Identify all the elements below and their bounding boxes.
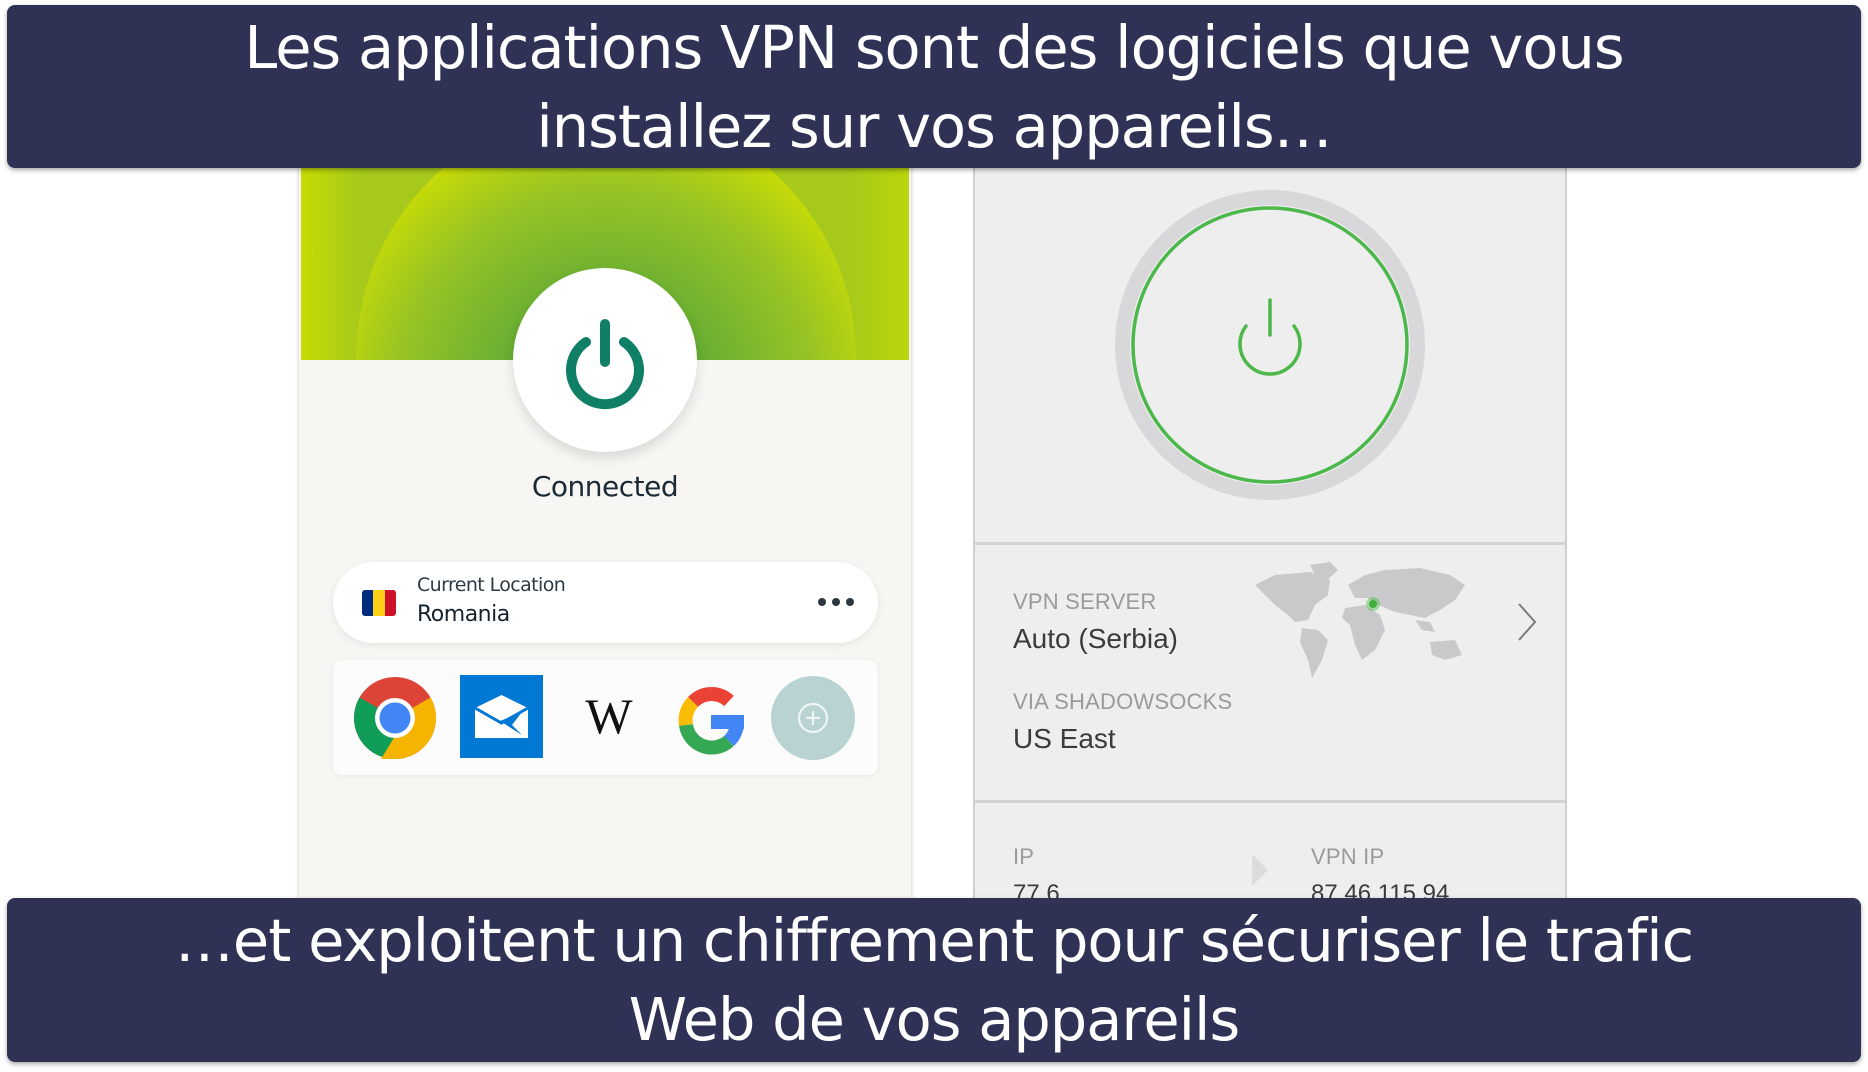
mail-icon[interactable] <box>460 675 543 758</box>
bottom-caption-line-1: …et exploitent un chiffrement pour sécur… <box>174 906 1694 975</box>
expressvpn-app-window: Connected Current Location Romania W <box>299 168 911 908</box>
top-caption-banner: Les applications VPN sont des logiciels … <box>7 5 1861 168</box>
section-divider <box>975 542 1565 545</box>
section-divider <box>975 800 1565 803</box>
location-value: Romania <box>417 602 510 627</box>
bottom-caption-banner: …et exploitent un chiffrement pour sécur… <box>7 898 1861 1062</box>
google-icon[interactable] <box>671 680 751 760</box>
more-options-button[interactable] <box>818 590 854 614</box>
app-shortcuts-bar: W <box>333 660 878 775</box>
romania-flag-icon <box>362 590 396 616</box>
chrome-icon[interactable] <box>353 676 437 760</box>
wikipedia-icon[interactable]: W <box>569 686 649 746</box>
vpn-server-value: Auto (Serbia) <box>1013 623 1178 654</box>
top-caption-line-1: Les applications VPN sont des logiciels … <box>244 12 1624 82</box>
add-icon <box>797 702 829 734</box>
ip-label: IP <box>1013 844 1035 869</box>
connect-power-button[interactable] <box>513 268 697 452</box>
pia-app-window: VPN SERVER Auto (Serbia) VIA SHADOWSOCKS… <box>973 168 1567 908</box>
via-value: US East <box>1013 723 1116 754</box>
connect-power-button[interactable] <box>1115 190 1425 500</box>
power-icon <box>566 319 644 410</box>
connection-status: Connected <box>531 470 679 503</box>
chevron-right-icon[interactable] <box>1515 600 1539 644</box>
vpn-server-label: VPN SERVER <box>1013 589 1157 614</box>
add-shortcut-button[interactable] <box>771 676 855 760</box>
top-caption-line-2: installez sur vos appareils… <box>536 91 1332 161</box>
more-horizontal-icon <box>818 598 826 606</box>
arrow-right-icon <box>1252 854 1268 886</box>
world-map-icon <box>1255 562 1465 678</box>
vpn-ip-label: VPN IP <box>1311 844 1385 869</box>
bottom-caption-line-2: Web de vos appareils <box>628 985 1240 1054</box>
location-label: Current Location <box>417 574 566 596</box>
via-label: VIA SHADOWSOCKS <box>1013 689 1233 714</box>
current-location-selector[interactable]: Current Location Romania <box>333 562 878 643</box>
